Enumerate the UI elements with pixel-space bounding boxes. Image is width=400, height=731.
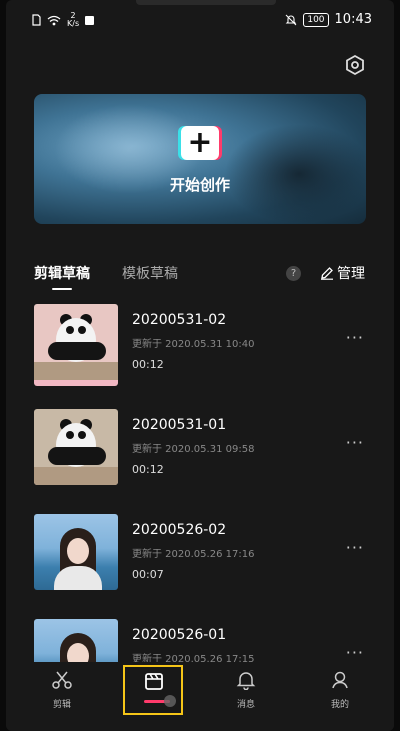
- nav-edit[interactable]: 剪辑: [32, 670, 92, 710]
- more-options-icon[interactable]: ···: [346, 328, 364, 347]
- thumb-person-face: [67, 643, 89, 662]
- status-left: 2 K/s: [32, 12, 95, 28]
- thumb-floor: [34, 362, 118, 380]
- draft-updated: 更新于 2020.05.31 10:40: [132, 339, 255, 350]
- start-creating-label: 开始创作: [169, 176, 230, 194]
- thumb-floor: [34, 467, 118, 485]
- nav-me[interactable]: 我的: [310, 670, 370, 710]
- nav-drafts-highlight: [123, 665, 183, 715]
- help-icon[interactable]: ?: [286, 266, 301, 281]
- thumb-panda-arm: [48, 447, 106, 465]
- settings-icon[interactable]: [344, 54, 366, 76]
- start-creating-banner[interactable]: + 开始创作: [34, 94, 366, 224]
- more-options-icon[interactable]: ···: [346, 538, 364, 557]
- status-bar: 2 K/s 100 10:43: [6, 0, 394, 40]
- edit-pencil-icon: [321, 267, 333, 280]
- draft-item[interactable]: 20200526-02 更新于 2020.05.26 17:16 00:07 ·…: [6, 510, 394, 590]
- status-right: 100 10:43: [285, 12, 372, 27]
- more-options-icon[interactable]: ···: [346, 643, 364, 662]
- draft-thumbnail: [34, 619, 118, 662]
- network-speed-unit: K/s: [67, 19, 80, 28]
- draft-duration: 00:07: [132, 568, 164, 581]
- manage-button[interactable]: 管理: [320, 263, 365, 283]
- draft-title: 20200531-02: [132, 312, 227, 328]
- nav-messages[interactable]: 消息: [216, 670, 276, 710]
- thumb-person-face: [67, 538, 89, 564]
- battery-indicator: 100: [303, 12, 329, 27]
- draft-item[interactable]: 20200531-02 更新于 2020.05.31 10:40 00:12 ·…: [6, 300, 394, 386]
- draft-item[interactable]: 20200531-01 更新于 2020.05.31 09:58 00:12 ·…: [6, 405, 394, 485]
- nav-me-label: 我的: [330, 700, 349, 710]
- person-icon: [332, 671, 348, 689]
- draft-duration: 00:12: [132, 463, 164, 476]
- nav-edit-label: 剪辑: [52, 700, 71, 710]
- scissors-icon: [52, 671, 72, 689]
- thumb-panda-arm: [48, 342, 106, 360]
- sim-icon: [32, 14, 41, 26]
- app-screen: 2 K/s 100 10:43 + 开始创作 剪辑草稿 模板草稿 ? 管理 20…: [6, 0, 394, 731]
- draft-duration: 00:12: [132, 358, 164, 371]
- tab-template-drafts[interactable]: 模板草稿: [122, 263, 178, 283]
- mute-bell-icon: [285, 14, 297, 25]
- draft-thumbnail: [34, 514, 118, 590]
- draft-title: 20200531-01: [132, 417, 227, 433]
- thumb-panda-eye: [78, 431, 86, 439]
- draft-title: 20200526-01: [132, 627, 227, 643]
- nav-messages-label: 消息: [236, 700, 255, 710]
- network-speed: 2 K/s: [67, 12, 79, 28]
- draft-thumbnail: [34, 409, 118, 485]
- bell-icon: [236, 672, 256, 691]
- notification-icon: [85, 15, 95, 25]
- draft-title: 20200526-02: [132, 522, 227, 538]
- plus-icon[interactable]: +: [181, 126, 219, 160]
- draft-updated: 更新于 2020.05.26 17:16: [132, 549, 255, 560]
- draft-item[interactable]: 20200526-01 更新于 2020.05.26 17:15 ···: [6, 615, 394, 662]
- draft-updated: 更新于 2020.05.31 09:58: [132, 444, 255, 455]
- thumb-panda-eye: [66, 326, 74, 334]
- thumb-panda-eye: [78, 326, 86, 334]
- active-tab-indicator: [52, 288, 72, 290]
- clock: 10:43: [334, 12, 372, 27]
- more-options-icon[interactable]: ···: [346, 433, 364, 452]
- bottom-nav: 剪辑 消息 我的: [6, 662, 394, 731]
- wifi-icon: [47, 15, 61, 25]
- draft-thumbnail: [34, 304, 118, 386]
- draft-updated: 更新于 2020.05.26 17:15: [132, 654, 255, 662]
- draft-list: 20200531-02 更新于 2020.05.31 10:40 00:12 ·…: [6, 300, 394, 662]
- thumb-panda-eye: [66, 431, 74, 439]
- tab-edit-drafts[interactable]: 剪辑草稿: [34, 263, 90, 283]
- manage-label: 管理: [337, 266, 365, 282]
